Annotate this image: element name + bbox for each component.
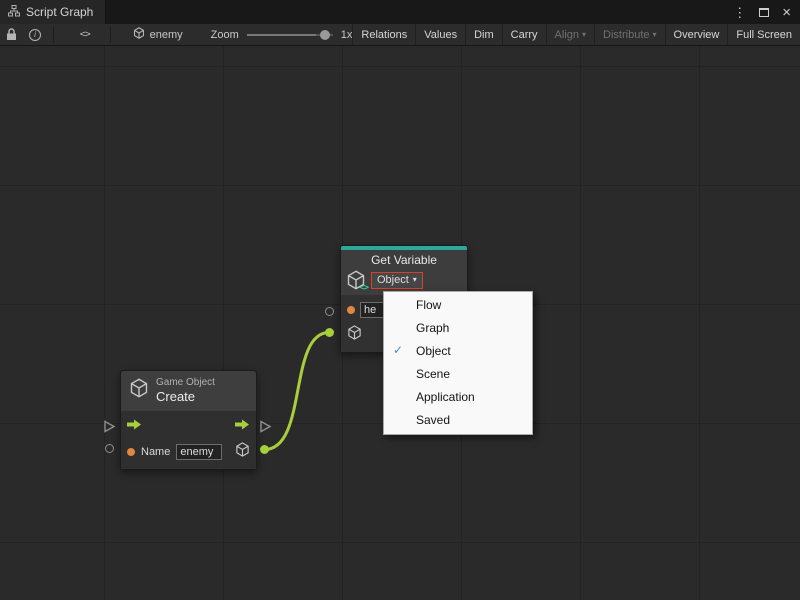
tab-script-graph[interactable]: Script Graph	[0, 0, 106, 24]
flow-in-port-icon[interactable]	[103, 420, 116, 438]
distribute-button[interactable]: Distribute ▾	[594, 24, 664, 45]
chevron-down-icon: ▾	[582, 30, 586, 39]
titlebar: Script Graph ⋮ ×	[0, 0, 800, 24]
relations-button[interactable]: Relations	[352, 24, 415, 45]
script-graph-icon	[8, 5, 20, 20]
graph-canvas[interactable]: Game Object Create Name	[0, 46, 800, 600]
node-game-object-create[interactable]: Game Object Create Name	[120, 370, 257, 470]
chevron-down-icon: ▾	[653, 30, 657, 39]
connected-input-port-icon[interactable]	[325, 328, 334, 337]
window-controls: ⋮ ×	[733, 0, 800, 24]
tab-title: Script Graph	[26, 5, 93, 19]
name-input[interactable]	[176, 444, 222, 460]
menu-item-application[interactable]: Application	[384, 386, 532, 409]
create-node-category: Game Object	[156, 377, 215, 389]
menu-item-scene[interactable]: Scene	[384, 363, 532, 386]
name-port-row: Name	[127, 442, 250, 462]
flow-in-arrow-icon[interactable]	[127, 417, 142, 435]
menu-item-flow[interactable]: Flow	[384, 294, 532, 317]
toolbar-buttons: Relations Values Dim Carry Align ▾ Distr…	[352, 24, 800, 45]
zoom-value: 1x	[341, 29, 353, 41]
maximize-icon[interactable]	[759, 8, 769, 17]
create-node-body: Name	[121, 411, 256, 469]
align-button[interactable]: Align ▾	[546, 24, 594, 45]
get-variable-title: Get Variable	[346, 253, 462, 267]
zoom-slider[interactable]	[247, 28, 333, 42]
toolbar-separator	[110, 27, 111, 43]
connected-output-port-icon[interactable]	[260, 445, 269, 454]
variable-cube-icon: <>	[346, 270, 366, 290]
name-in-port-icon[interactable]	[325, 307, 334, 316]
game-object-cube-icon	[129, 378, 149, 403]
check-icon: ✓	[393, 343, 403, 357]
graph-toolbar: i <> enemy Zoom 1x Relations Values Dim …	[0, 24, 800, 46]
menu-item-saved[interactable]: Saved	[384, 409, 532, 432]
variable-kind-dropdown[interactable]: Object ▾	[371, 272, 423, 289]
graph-asset-icon	[133, 27, 145, 42]
variable-kind-value: Object	[377, 274, 409, 286]
dim-button[interactable]: Dim	[465, 24, 502, 45]
zoom-control: Zoom 1x	[211, 28, 353, 42]
get-variable-header[interactable]: Get Variable <> Object ▾	[341, 250, 467, 295]
game-object-output-icon[interactable]	[235, 442, 250, 462]
window-menu-icon[interactable]: ⋮	[733, 6, 746, 19]
close-icon[interactable]: ×	[782, 5, 791, 20]
values-button[interactable]: Values	[415, 24, 465, 45]
zoom-slider-handle[interactable]	[320, 30, 330, 40]
zoom-slider-fill	[247, 34, 316, 36]
flow-port-row	[127, 416, 250, 436]
flow-out-port-icon[interactable]	[259, 420, 272, 438]
string-port-icon[interactable]	[347, 306, 355, 314]
zoom-label: Zoom	[211, 29, 239, 41]
menu-item-graph[interactable]: Graph	[384, 317, 532, 340]
graph-reference[interactable]: enemy	[133, 27, 183, 42]
toolbar-separator	[53, 27, 54, 43]
create-node-title: Create	[156, 389, 215, 405]
lock-icon[interactable]	[0, 28, 23, 41]
overview-button[interactable]: Overview	[665, 24, 728, 45]
graph-name: enemy	[150, 29, 183, 41]
menu-item-object[interactable]: ✓ Object	[384, 340, 532, 363]
code-badge-icon: <>	[359, 283, 368, 293]
fullscreen-button[interactable]: Full Screen	[727, 24, 800, 45]
code-preview-icon[interactable]: <>	[74, 29, 96, 40]
string-port-icon[interactable]	[127, 448, 135, 456]
carry-button[interactable]: Carry	[502, 24, 546, 45]
flow-out-arrow-icon[interactable]	[235, 417, 250, 435]
chevron-down-icon: ▾	[413, 275, 417, 284]
game-object-source-icon[interactable]	[347, 325, 362, 345]
name-port-label: Name	[141, 446, 170, 458]
create-node-header[interactable]: Game Object Create	[121, 371, 256, 411]
variable-kind-menu: Flow Graph ✓ Object Scene Application Sa…	[383, 291, 533, 435]
value-in-port-icon[interactable]	[105, 444, 114, 453]
info-icon[interactable]: i	[23, 29, 47, 41]
